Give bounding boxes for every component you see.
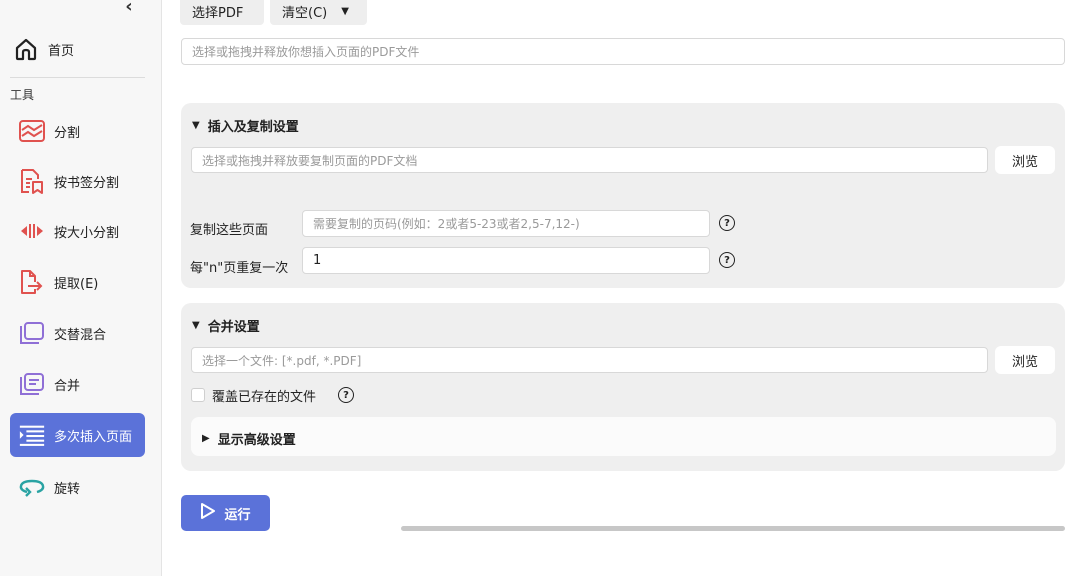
run-button[interactable]: 运行 bbox=[181, 495, 270, 531]
pages-input[interactable]: 需要复制的页码(例如：2或者5-23或者2,5-7,12-) bbox=[302, 210, 710, 237]
advanced-settings-toggle[interactable]: ▶ 显示高级设置 bbox=[202, 429, 296, 448]
split-icon bbox=[18, 117, 46, 145]
sidebar-item-rotate[interactable]: 旋转 bbox=[10, 465, 145, 509]
extract-icon bbox=[18, 268, 46, 296]
select-pdf-button[interactable]: 选择PDF bbox=[180, 0, 264, 25]
triangle-down-icon: ▼ bbox=[192, 120, 200, 131]
multi-insert-icon bbox=[18, 421, 46, 449]
browse-button[interactable]: 浏览 bbox=[995, 146, 1055, 174]
sidebar-item-label: 按书签分割 bbox=[54, 175, 120, 191]
triangle-right-icon: ▶ bbox=[202, 433, 210, 444]
output-file-input[interactable]: 选择一个文件: [*.pdf, *.PDF] bbox=[191, 347, 988, 373]
chevron-left-icon: ‹ bbox=[125, 0, 133, 17]
alternate-mix-icon bbox=[18, 319, 46, 347]
panel-title: 合并设置 bbox=[207, 320, 260, 335]
sidebar-item-merge[interactable]: 合并 bbox=[10, 362, 145, 406]
sidebar-item-multi-insert[interactable]: 多次插入页面 bbox=[10, 413, 145, 457]
sidebar-divider bbox=[10, 77, 145, 78]
sidebar-item-label: 按大小分割 bbox=[54, 225, 120, 241]
collapse-sidebar-button[interactable]: ‹ bbox=[118, 0, 140, 17]
sidebar-item-label: 多次插入页面 bbox=[54, 429, 133, 445]
help-icon[interactable]: ? bbox=[719, 252, 735, 268]
insert-copy-panel-toggle[interactable]: ▼ 插入及复制设置 bbox=[192, 116, 299, 135]
overwrite-label: 覆盖已存在的文件 bbox=[212, 390, 317, 405]
clear-button-label: 清空(C) bbox=[282, 5, 328, 21]
repeat-label: 每"n"页重复一次 bbox=[190, 261, 289, 276]
sidebar-item-label: 合并 bbox=[54, 378, 81, 394]
sidebar-item-label: 提取(E) bbox=[54, 276, 99, 292]
merge-icon bbox=[18, 370, 46, 398]
merge-panel-toggle[interactable]: ▼ 合并设置 bbox=[192, 316, 260, 335]
advanced-settings-section bbox=[191, 417, 1056, 456]
pages-label: 复制这些页面 bbox=[190, 223, 269, 238]
sidebar-item-label: 首页 bbox=[48, 43, 75, 59]
copy-source-input[interactable]: 选择或拖拽并释放要复制页面的PDF文档 bbox=[191, 147, 988, 173]
play-icon bbox=[200, 502, 216, 524]
bookmark-split-icon bbox=[18, 167, 46, 195]
sidebar-item-label: 旋转 bbox=[54, 481, 81, 497]
help-icon[interactable]: ? bbox=[338, 387, 354, 403]
triangle-down-icon: ▼ bbox=[192, 320, 200, 331]
progress-bar bbox=[401, 526, 1065, 531]
rotate-icon bbox=[18, 473, 46, 501]
advanced-settings-label: 显示高级设置 bbox=[217, 433, 296, 448]
sidebar-item-bookmark-split[interactable]: 按书签分割 bbox=[10, 159, 145, 203]
help-icon[interactable]: ? bbox=[719, 215, 735, 231]
size-split-icon bbox=[18, 217, 46, 245]
sidebar-item-alternate-mix[interactable]: 交替混合 bbox=[10, 311, 145, 355]
sidebar-item-label: 分割 bbox=[54, 125, 81, 141]
source-pdf-input[interactable]: 选择或拖拽并释放你想插入页面的PDF文件 bbox=[181, 38, 1065, 65]
sidebar-item-label: 交替混合 bbox=[54, 327, 107, 343]
sidebar-section-label: 工具 bbox=[10, 88, 35, 102]
browse-button[interactable]: 浏览 bbox=[995, 346, 1055, 374]
clear-button[interactable]: 清空(C) ▼ bbox=[270, 0, 367, 25]
run-label: 运行 bbox=[224, 507, 251, 523]
sidebar-item-extract[interactable]: 提取(E) bbox=[10, 260, 145, 304]
panel-title: 插入及复制设置 bbox=[207, 120, 299, 135]
caret-down-icon[interactable]: ▼ bbox=[341, 6, 349, 17]
home-icon bbox=[12, 35, 40, 63]
overwrite-checkbox[interactable] bbox=[191, 388, 205, 402]
sidebar-item-split[interactable]: 分割 bbox=[10, 109, 145, 153]
sidebar-item-size-split[interactable]: 按大小分割 bbox=[10, 209, 145, 253]
sidebar-item-home[interactable]: 首页 bbox=[12, 33, 142, 65]
repeat-input[interactable]: 1 bbox=[302, 247, 710, 274]
sidebar: ‹ 首页 工具 分割 按书签分割 按大小分割 提取(E) 交替混合 合并 多次插… bbox=[0, 0, 162, 576]
